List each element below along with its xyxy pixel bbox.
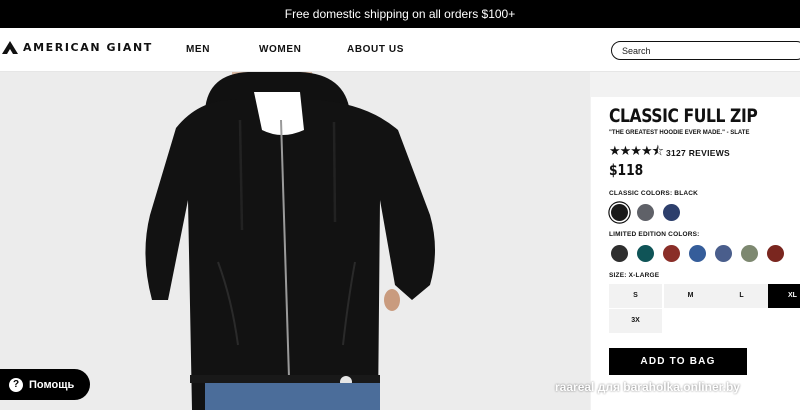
swatch-limited-3[interactable] [663, 245, 680, 262]
swatch-classic-navy[interactable] [663, 204, 680, 221]
size-xl[interactable]: XL [768, 284, 800, 308]
size-3x[interactable]: 3X [609, 309, 662, 333]
size-l[interactable]: L [715, 284, 768, 308]
nav-women[interactable]: WOMEN [259, 44, 301, 55]
size-m[interactable]: M [664, 284, 717, 308]
classic-colors-label: CLASSIC COLORS: BLACK [609, 190, 699, 197]
watermark: raareal для baraholka.onliner.by [555, 380, 740, 394]
promo-text: Free domestic shipping on all orders $10… [284, 7, 516, 21]
add-to-bag-button[interactable]: ADD TO BAG [609, 348, 747, 375]
hoodie-photo [0, 72, 590, 410]
site-header: AMERICAN GIANT MEN WOMEN ABOUT US [0, 28, 800, 72]
product-image [0, 72, 590, 410]
swatch-limited-1[interactable] [611, 245, 628, 262]
swatch-limited-6[interactable] [741, 245, 758, 262]
nav-men[interactable]: MEN [186, 44, 210, 55]
logo-mark-icon [2, 41, 18, 54]
size-s[interactable]: S [609, 284, 662, 308]
product-details-panel: CLASSIC FULL ZIP "THE GREATEST HOODIE EV… [591, 97, 800, 410]
swatch-limited-5[interactable] [715, 245, 732, 262]
logo[interactable]: AMERICAN GIANT [2, 41, 153, 54]
help-label: Помощь [29, 378, 75, 391]
swatch-classic-black[interactable] [611, 204, 628, 221]
promo-banner: Free domestic shipping on all orders $10… [0, 0, 800, 28]
size-label: SIZE: X-LARGE [609, 272, 660, 279]
limited-colors-label: LIMITED EDITION COLORS: [609, 231, 700, 238]
help-button[interactable]: ? Помощь [0, 369, 90, 400]
swatch-classic-slate[interactable] [637, 204, 654, 221]
search-input[interactable] [611, 41, 800, 60]
product-tagline: "THE GREATEST HOODIE EVER MADE." - SLATE [609, 130, 750, 136]
product-title: CLASSIC FULL ZIP [609, 105, 758, 127]
question-icon: ? [9, 377, 23, 392]
swatch-limited-7[interactable] [767, 245, 784, 262]
brand-name: AMERICAN GIANT [23, 41, 153, 54]
swatch-limited-4[interactable] [689, 245, 706, 262]
swatch-limited-2[interactable] [637, 245, 654, 262]
nav-about-us[interactable]: ABOUT US [347, 44, 404, 55]
product-price: $118 [609, 161, 644, 179]
reviews-link[interactable]: 3127 REVIEWS [666, 148, 730, 158]
